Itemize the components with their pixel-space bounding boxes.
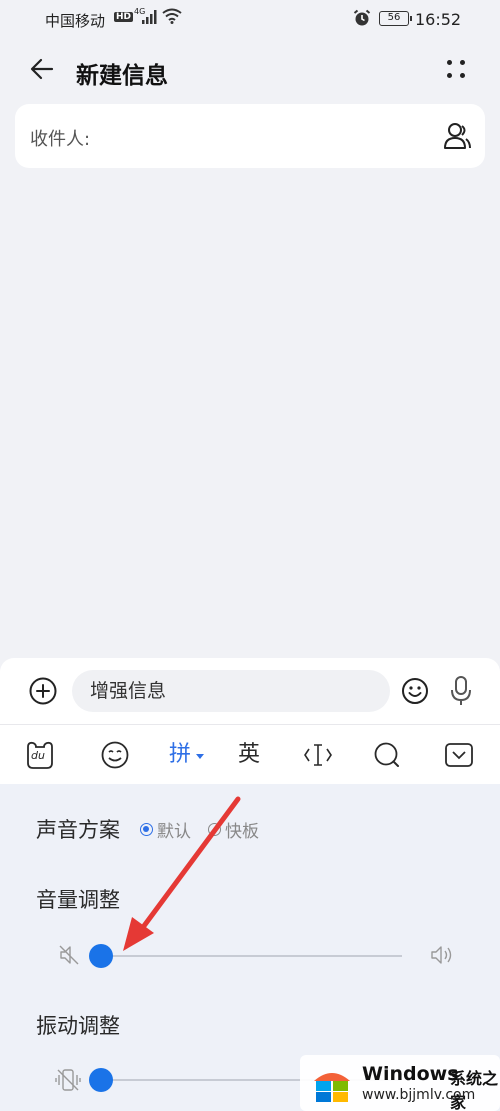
compose-panel: du 拼 英 声音方案 xyxy=(0,658,500,1111)
compose-row xyxy=(0,658,500,724)
signal-icon xyxy=(142,10,157,24)
search-icon[interactable] xyxy=(372,739,402,771)
annotation-arrow-icon xyxy=(123,796,241,951)
hd-badge: HD xyxy=(114,12,134,22)
ime-logo-button[interactable]: du xyxy=(24,739,56,771)
ime-toolbar: du 拼 英 xyxy=(0,724,500,784)
more-dot-icon xyxy=(447,73,452,78)
clock: 16:52 xyxy=(415,10,462,29)
watermark-url: www.bjjmlv.com xyxy=(362,1087,476,1103)
more-dot-icon xyxy=(460,73,465,78)
cursor-move-icon[interactable] xyxy=(303,739,333,771)
windows-logo-icon xyxy=(314,1073,350,1102)
volume-slider-track[interactable] xyxy=(100,955,402,957)
add-attachment-icon[interactable] xyxy=(28,676,58,706)
message-input[interactable] xyxy=(72,670,390,712)
dropdown-triangle-icon xyxy=(196,754,204,759)
more-dot-icon xyxy=(460,60,465,65)
page-title: 新建信息 xyxy=(76,63,168,89)
ime-emoji-icon[interactable] xyxy=(100,739,130,771)
vibration-off-icon xyxy=(55,1069,81,1091)
back-arrow-icon[interactable] xyxy=(28,54,56,84)
ime-pinyin-label: 拼 xyxy=(169,742,192,767)
recipient-label: 收件人: xyxy=(30,129,91,150)
ime-pinyin-tab[interactable]: 拼 xyxy=(169,739,209,771)
ime-logo-text: du xyxy=(31,749,45,762)
sound-scheme-label: 声音方案 xyxy=(36,818,120,842)
app-header: 新建信息 xyxy=(0,44,500,96)
contact-picker-icon[interactable] xyxy=(442,121,472,151)
recipient-field[interactable]: 收件人: xyxy=(15,104,485,168)
wifi-icon xyxy=(162,8,182,24)
battery-indicator: 56 xyxy=(379,11,412,26)
volume-max-icon xyxy=(431,946,452,964)
status-bar: 中国移动 HD 4G 56 16:52 xyxy=(0,0,500,38)
ime-english-label: 英 xyxy=(238,742,261,767)
microphone-icon[interactable] xyxy=(450,675,472,707)
vibration-label: 振动调整 xyxy=(36,1014,120,1038)
carrier-name: 中国移动 xyxy=(45,12,106,30)
more-dot-icon xyxy=(447,60,452,65)
ime-english-tab[interactable]: 英 xyxy=(238,739,266,771)
watermark-brand: Windows xyxy=(362,1063,459,1085)
watermark: Windows 系统之家 www.bjjmlv.com xyxy=(300,1055,500,1111)
emoji-icon[interactable] xyxy=(401,677,429,705)
more-options-button[interactable] xyxy=(444,56,470,82)
volume-label: 音量调整 xyxy=(36,888,120,912)
mute-icon xyxy=(59,945,79,965)
hide-keyboard-icon[interactable] xyxy=(444,739,474,771)
vibration-slider-thumb[interactable] xyxy=(89,1068,113,1092)
alarm-icon xyxy=(353,9,371,26)
